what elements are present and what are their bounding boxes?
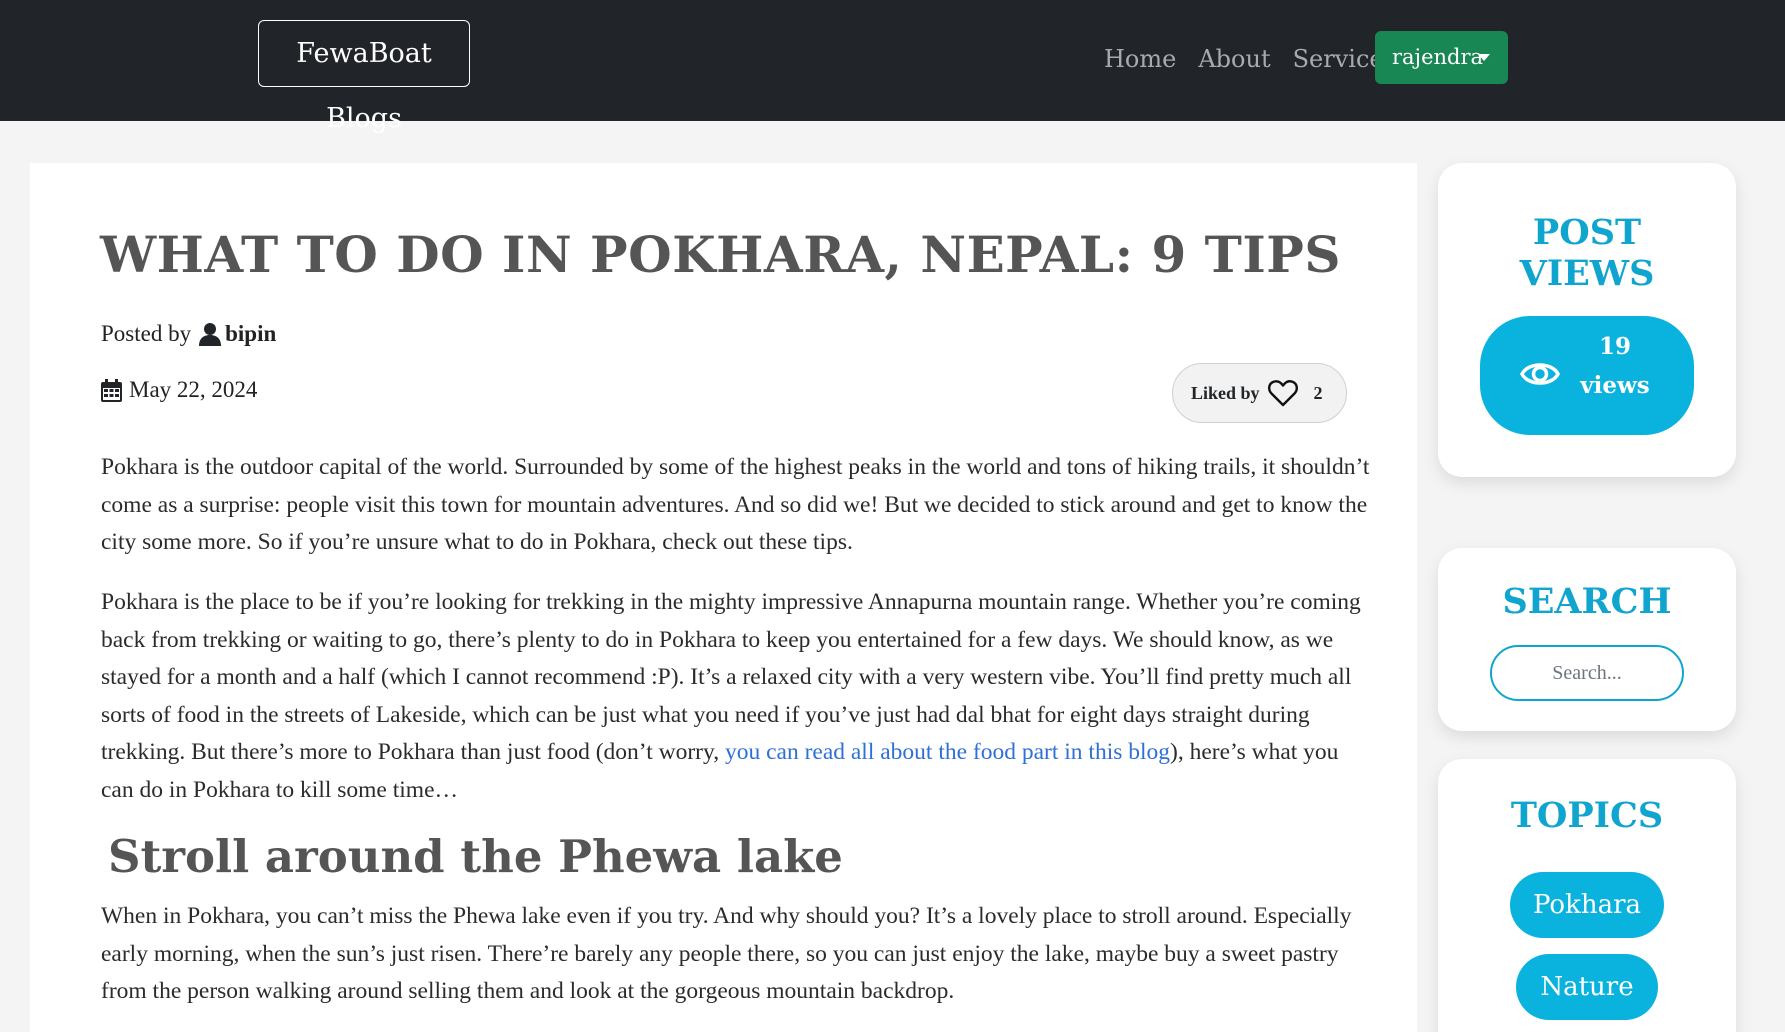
topic-pill-pokhara[interactable]: Pokhara (1510, 872, 1664, 938)
top-navbar: FewaBoat Blogs Home About Services rajen… (0, 0, 1785, 134)
post-paragraph-intro: Pokhara is the outdoor capital of the wo… (101, 454, 1370, 555)
post-views-title-line1: POST (1532, 212, 1642, 253)
posted-by-label: Posted by (101, 321, 192, 346)
search-card: SEARCH (1438, 548, 1736, 731)
section-heading: Stroll around the Phewa lake (108, 830, 843, 883)
search-input[interactable] (1490, 645, 1684, 701)
heart-icon (1267, 380, 1298, 407)
post-title: WHAT TO DO IN POKHARA, NEPAL: 9 TIPS (100, 225, 1341, 284)
views-count: 19 (1598, 333, 1631, 360)
caret-down-icon (1478, 54, 1490, 61)
views-badge: 19 views (1480, 316, 1694, 435)
calendar-icon (101, 378, 122, 402)
brand-logo-link[interactable]: FewaBoat Blogs (258, 20, 470, 134)
topics-title: TOPICS (1510, 795, 1664, 836)
post-card: WHAT TO DO IN POKHARA, NEPAL: 9 TIPS Pos… (30, 163, 1417, 1032)
post-views-title-line2: VIEWS (1519, 253, 1655, 294)
user-icon (199, 323, 222, 346)
post-views-card: POST VIEWS 19 views (1438, 163, 1736, 477)
views-label: views (1580, 372, 1650, 399)
search-title: SEARCH (1502, 581, 1672, 622)
like-button[interactable]: Liked by 2 (1172, 363, 1347, 423)
eye-icon (1520, 363, 1560, 385)
post-date: May 22, 2024 (101, 377, 257, 403)
post-paragraph-3: When in Pokhara, you can’t miss the Phew… (101, 903, 1352, 1004)
nav-about-link[interactable]: About (1198, 42, 1270, 76)
topic-pill-nature[interactable]: Nature (1516, 954, 1658, 1020)
post-paragraph-2: Pokhara is the place to be if you’re loo… (101, 584, 1371, 809)
nav-links: Home About Services (1104, 42, 1396, 76)
food-blog-link[interactable]: you can read all about the food part in … (725, 739, 1170, 765)
like-count: 2 (1313, 382, 1323, 403)
post-views-title: POST VIEWS (1438, 212, 1736, 294)
topics-card: TOPICS Pokhara Nature (1438, 759, 1736, 1032)
nav-home-link[interactable]: Home (1104, 42, 1176, 76)
user-dropdown-button[interactable]: rajendra (1375, 31, 1508, 84)
liked-by-label: Liked by (1191, 382, 1260, 403)
user-dropdown-label: rajendra (1392, 45, 1484, 69)
posted-by: Posted by bipin (101, 321, 276, 347)
author-name[interactable]: bipin (225, 321, 276, 347)
post-date-text: May 22, 2024 (129, 377, 258, 402)
